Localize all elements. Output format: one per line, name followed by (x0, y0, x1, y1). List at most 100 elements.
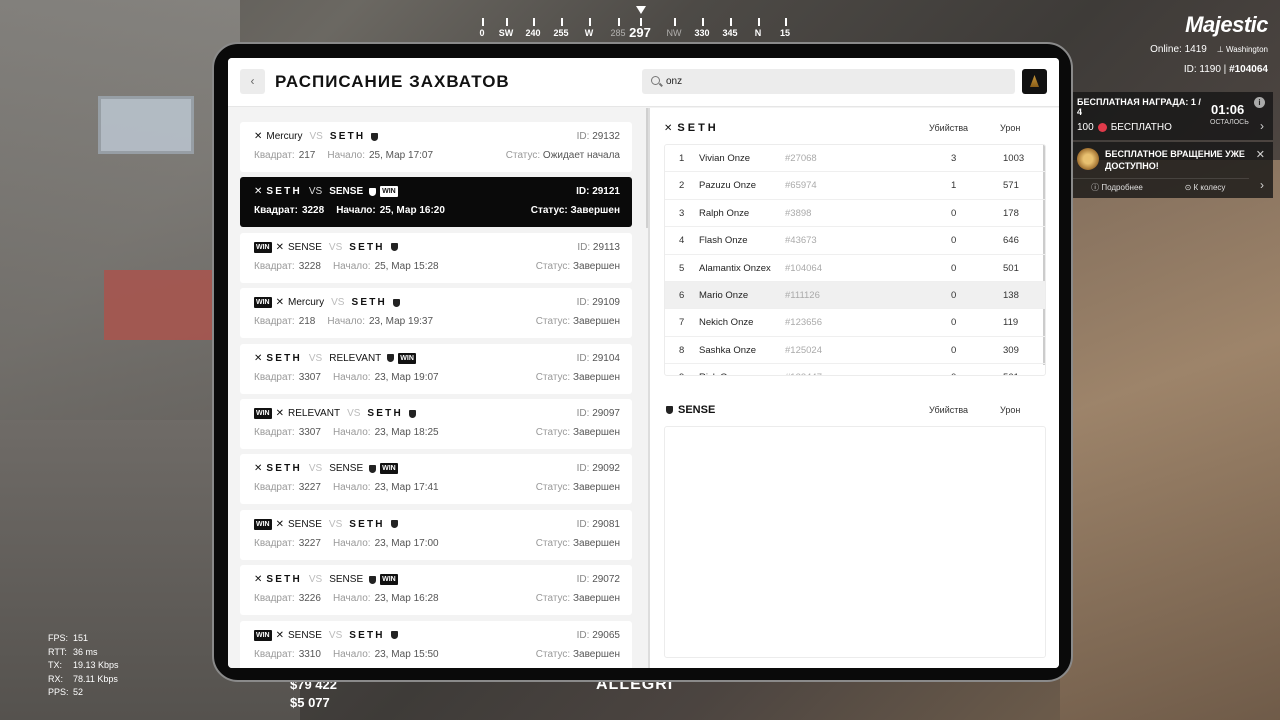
player-damage: 1003 (1003, 153, 1025, 164)
player-damage: 138 (1003, 289, 1019, 301)
compass-label: 255 (553, 28, 569, 38)
capture-teams: WIN ✕ Mercury VS SETH (254, 297, 400, 309)
search-box[interactable] (642, 69, 1015, 94)
capture-teams: ✕ SETH VS SENSE WIN (254, 463, 398, 475)
stat-value: 36 ms (73, 646, 98, 657)
spin-wheel-button[interactable]: ⊙ К колесу (1161, 179, 1249, 196)
player-row[interactable]: 7 Nekich Onze #123656 0 119 (665, 309, 1045, 337)
vs-label: VS (328, 241, 343, 253)
status-value: Завершен (572, 316, 620, 328)
vs-label: VS (308, 352, 323, 364)
player-row[interactable]: 1 Vivian Onze #27068 3 1003 (665, 145, 1045, 173)
team-name: SETH (349, 518, 385, 530)
player-kills: 0 (951, 207, 957, 219)
team-a-header: ✕ SETH (664, 122, 719, 134)
capture-info: Квадрат: 3228 Начало: 25, Мар 16:20 (254, 205, 453, 216)
online-info: Online: 1419 ⊥ Washington (1150, 44, 1268, 55)
capture-card[interactable]: WIN ✕ SENSE VS SETH ID: 29113 Квадрат: 3228 Нача… (240, 232, 632, 283)
square-value: 3307 (298, 371, 321, 383)
capture-card[interactable]: WIN ✕ SENSE VS SETH ID: 29065 Квадрат: 3310 Нача… (240, 620, 632, 668)
win-badge: WIN (254, 518, 272, 530)
shield-icon (392, 298, 400, 307)
capture-id: ID: 29072 (576, 574, 620, 586)
square-label: Квадрат: (254, 648, 295, 660)
stat-row: FPS: 151 (48, 632, 119, 646)
player-kills: 0 (951, 317, 957, 329)
family-avatar[interactable] (1022, 69, 1047, 94)
server-logo: Majestic (1185, 12, 1268, 37)
back-button[interactable]: ‹ (240, 69, 265, 94)
capture-card[interactable]: ✕ Mercury VS SETH ID: 29132 Квадрат: 217 Начало… (240, 122, 632, 172)
player-name: Rick Onze (699, 372, 743, 375)
square-label: Квадрат: (254, 150, 295, 161)
compass-tick (482, 18, 484, 26)
stat-value: 19.13 Kbps (73, 660, 119, 670)
player-row[interactable]: 8 Sashka Onze #125024 0 309 (665, 337, 1045, 365)
square-value: 218 (298, 316, 316, 328)
player-static-id: #125024 (785, 344, 822, 356)
capture-card[interactable]: WIN ✕ SENSE VS SETH ID: 29081 Квадрат: 3227 Нача… (240, 509, 632, 560)
capture-info: Квадрат: 3228 Начало: 25, Мар 15:28 (254, 261, 447, 272)
capture-status: Статус: Завершен (535, 260, 620, 272)
player-row[interactable]: 2 Pazuzu Onze #65974 1 571 (665, 172, 1045, 200)
crossed-swords-icon: ✕ (664, 122, 673, 134)
square-value: 3310 (298, 648, 321, 660)
capture-id: ID: 29081 (576, 518, 620, 530)
shield-icon (666, 406, 673, 414)
start-value: 23, Мар 15:50 (374, 648, 439, 660)
shield-icon (408, 409, 416, 418)
player-row[interactable]: 4 Flash Onze #43673 0 646 (665, 227, 1045, 255)
team-name: SENSE (288, 629, 322, 641)
capture-card[interactable]: ✕ SETH VS SENSE WIN ID: 29072 Квадрат: 3226 Нача… (240, 565, 632, 616)
player-damage: 501 (1003, 262, 1019, 274)
capture-card[interactable]: WIN ✕ Mercury VS SETH ID: 29109 Квадрат: 218 Нач… (240, 288, 632, 339)
compass-label: SW (498, 28, 514, 38)
status-value: Завершен (572, 648, 620, 660)
stat-row: TX: 19.13 Kbps (48, 659, 119, 673)
win-badge: WIN (380, 186, 398, 198)
capture-teams: WIN ✕ SENSE VS SETH (254, 518, 398, 530)
team-name: SETH (266, 352, 302, 364)
capture-card[interactable]: ✕ SETH VS SENSE WIN ID: 29092 Квадрат: 3227 Нача… (240, 454, 632, 505)
compass-arrow-icon (636, 6, 646, 14)
compass-tick (533, 18, 535, 26)
captures-list: ✕ Mercury VS SETH ID: 29132 Квадрат: 217 Начало… (228, 108, 649, 668)
capture-card[interactable]: WIN ✕ RELEVANT VS SETH ID: 29097 Квадрат: 3307 Н… (240, 399, 632, 449)
status-value: Завершен (572, 371, 620, 383)
chevron-right-icon[interactable]: › (1260, 119, 1264, 133)
capture-status: Статус: Завершен (535, 427, 620, 438)
player-name: Nekich Onze (699, 317, 754, 329)
player-kills: 0 (951, 372, 956, 375)
capture-card[interactable]: ✕ SETH VS SENSE WIN ID: 29121 Квадрат: 3228 Нача… (240, 177, 632, 228)
spin-more-button[interactable]: ⓘ Подробнее (1073, 179, 1161, 196)
player-row[interactable]: 3 Ralph Onze #3898 0 178 (665, 200, 1045, 228)
start-label: Начало: (332, 648, 371, 660)
capture-teams: ✕ SETH VS SENSE WIN (254, 574, 398, 586)
free-reward-panel[interactable]: БЕСПЛАТНАЯ НАГРАДА: 1 / 4 100 БЕСПЛАТНО … (1073, 92, 1273, 140)
stat-key: PPS: (48, 687, 69, 697)
search-input[interactable] (666, 69, 1006, 94)
close-icon[interactable]: ✕ (1256, 148, 1265, 161)
player-row[interactable]: 9 Rick Onze #133447 0 561 (665, 364, 1045, 375)
player-row[interactable]: 6 Mario Onze #111126 0 138 (665, 281, 1045, 310)
player-row[interactable]: 5 Alamantix Onzex #104064 0 501 (665, 255, 1045, 282)
square-label: Квадрат: (254, 205, 298, 217)
compass-tick (785, 18, 787, 26)
capture-info: Квадрат: 3227 Начало: 23, Мар 17:41 (254, 482, 447, 493)
crossed-swords-icon: ✕ (275, 518, 284, 530)
crossed-swords-icon: ✕ (254, 352, 263, 364)
vs-label: VS (328, 629, 343, 641)
status-value: Завершен (572, 427, 620, 438)
chevron-right-icon[interactable]: › (1260, 178, 1264, 192)
reward-value: 100 БЕСПЛАТНО (1077, 122, 1172, 133)
stat-row: PPS: 52 (48, 686, 119, 700)
player-name: Flash Onze (699, 235, 748, 247)
stat-row: RX: 78.11 Kbps (48, 673, 119, 687)
square-value: 3228 (301, 205, 325, 217)
team-name: SETH (367, 408, 403, 419)
team-name: RELEVANT (329, 352, 382, 364)
info-icon[interactable]: i (1254, 97, 1265, 108)
capture-card[interactable]: ✕ SETH VS RELEVANT WIN ID: 29104 Квадрат: 3307 Н… (240, 343, 632, 394)
status-value: Завершен (572, 260, 620, 272)
online-count: Online: 1419 (1150, 44, 1207, 55)
